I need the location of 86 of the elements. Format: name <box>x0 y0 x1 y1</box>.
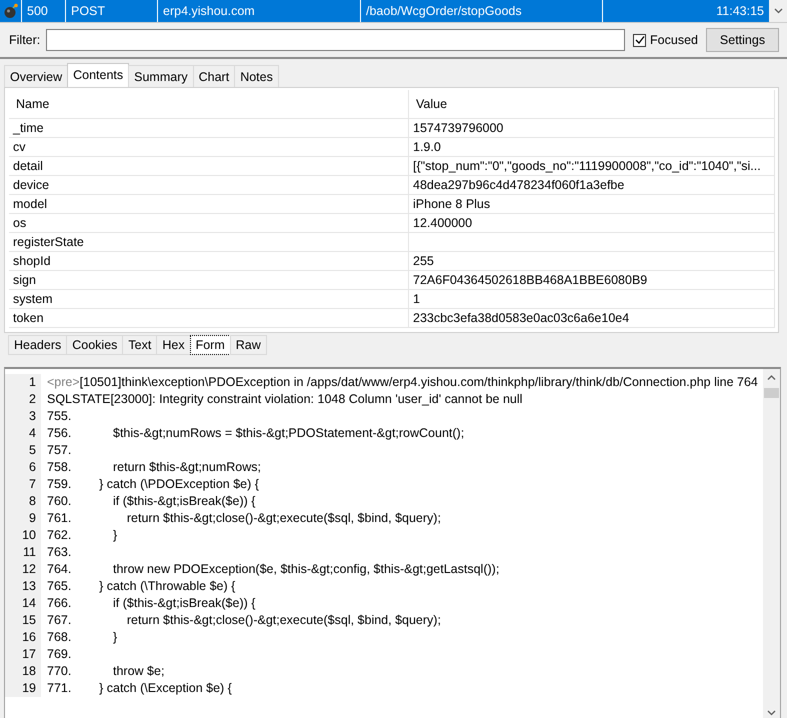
time-cell-text: 11:43:15 <box>715 3 765 20</box>
code-line: 761. return $this-&gt;close()-&gt;execute($sql, $bind, $query); <box>46 510 442 527</box>
value-cell: 12.400000 <box>409 214 775 233</box>
session-row[interactable]: 500 POST erp4.yishou.com /baob/WcgOrder/stopGoods 11:43:15 <box>0 0 769 22</box>
name-cell: detail <box>9 157 409 176</box>
filter-field[interactable] <box>46 29 626 51</box>
scroll-thumb[interactable] <box>764 388 779 398</box>
column-header[interactable]: Name <box>9 90 409 119</box>
value-cell: 1574739796000 <box>409 119 775 138</box>
code-line: 759. } catch (\PDOException $e) { <box>46 476 260 493</box>
line-number: 12 <box>5 561 41 578</box>
name-cell: os <box>9 214 409 233</box>
code-line: 758. return $this-&gt;numRows; <box>46 459 262 476</box>
code-line: 755. <box>46 408 72 425</box>
line-number: 13 <box>5 578 41 595</box>
code-line: <pre>[10501]think\exception\PDOException in /apps/dat/www/erp4.yishou.com/thinkphp/library/think/db/Connection.php line 764 <box>46 374 759 391</box>
line-number: 19 <box>5 680 41 697</box>
column-header[interactable]: Value <box>409 90 775 119</box>
code-line: 768. } <box>46 629 118 646</box>
settings-button[interactable]: Settings <box>706 28 779 52</box>
value-cell: 48dea297b96c4d478234f060f1a3efbe <box>409 176 775 195</box>
name-cell: model <box>9 195 409 214</box>
line-number: 7 <box>5 476 41 493</box>
name-cell: registerState <box>9 233 409 252</box>
code-line: 764. throw new PDOException($e, $this-&gt;config, $this-&gt;getLastsql()); <box>46 561 500 578</box>
code-line: 757. <box>46 442 72 459</box>
name-cell: system <box>9 290 409 309</box>
line-number: 1 <box>5 374 41 391</box>
scroll-down-icon[interactable] <box>774 8 782 14</box>
line-number: 5 <box>5 442 41 459</box>
line-number: 15 <box>5 612 41 629</box>
code-line: 767. return $this-&gt;close()-&gt;execute($sql, $bind, $query); <box>46 612 442 629</box>
tab[interactable]: Hex <box>156 335 191 355</box>
line-number: 17 <box>5 646 41 663</box>
value-cell: 1.9.0 <box>409 138 775 157</box>
focused-label: Focused <box>650 33 698 47</box>
line-number: 16 <box>5 629 41 646</box>
tab[interactable]: Overview <box>4 65 68 87</box>
name-cell: device <box>9 176 409 195</box>
tab[interactable]: Form <box>190 335 231 355</box>
code-line: 769. <box>46 646 72 663</box>
code-line: 765. } catch (\Throwable $e) { <box>46 578 236 595</box>
line-number: 10 <box>5 527 41 544</box>
line-number: 8 <box>5 493 41 510</box>
value-cell: [{"stop_num":"0","goods_no":"1119900008","co_id":"1040","si... <box>409 157 775 176</box>
value-cell: 72A6F04364502618BB468A1BBE6080B9 <box>409 271 775 290</box>
line-number: 3 <box>5 408 41 425</box>
code-line: 771. } catch (\Exception $e) { <box>46 680 233 697</box>
url-cell: /baob/WcgOrder/stopGoods <box>361 0 603 22</box>
value-cell: iPhone 8 Plus <box>409 195 775 214</box>
tab[interactable]: Notes <box>234 65 279 87</box>
host-cell: erp4.yishou.com <box>158 0 361 22</box>
tab[interactable]: Text <box>122 335 158 355</box>
code-line: 766. if ($this-&gt;isBreak($e)) { <box>46 595 256 612</box>
line-number: 4 <box>5 425 41 442</box>
tab[interactable]: Headers <box>8 335 68 355</box>
value-cell: 255 <box>409 252 775 271</box>
line-number: 11 <box>5 544 41 561</box>
result-cell: 500 <box>22 0 66 22</box>
value-cell: 1 <box>409 290 775 309</box>
code-line: 762. } <box>46 527 118 544</box>
method-cell: POST <box>66 0 158 22</box>
code-line: 770. throw $e; <box>46 663 166 680</box>
line-number: 18 <box>5 663 41 680</box>
line-number: 9 <box>5 510 41 527</box>
filter-label: Filter: <box>9 33 40 47</box>
name-cell: _time <box>9 119 409 138</box>
tab[interactable]: Summary <box>128 65 194 87</box>
name-cell: token <box>9 309 409 328</box>
name-cell: cv <box>9 138 409 157</box>
focused-checkbox[interactable] <box>633 34 646 46</box>
name-cell: sign <box>9 271 409 290</box>
scroll-down-icon[interactable] <box>767 710 776 716</box>
tab[interactable]: Contents <box>67 63 130 87</box>
code-line: 756. $this-&gt;numRows = $this-&gt;PDOStatement-&gt;rowCount(); <box>46 425 466 442</box>
code-line: 760. if ($this-&gt;isBreak($e)) { <box>46 493 256 510</box>
bomb-icon <box>2 3 18 19</box>
code-line: 763. <box>46 544 72 561</box>
tab[interactable]: Cookies <box>66 335 124 355</box>
value-cell: 233cbc3efa38d0583e0ac03c6a6e10e4 <box>409 309 775 328</box>
tab[interactable]: Raw <box>230 335 267 355</box>
line-number: 2 <box>5 391 41 408</box>
code-line: SQLSTATE[23000]: Integrity constraint violation: 1048 Column 'user_id' cannot be null <box>46 391 524 408</box>
line-number: 6 <box>5 459 41 476</box>
line-number: 14 <box>5 595 41 612</box>
name-cell: shopId <box>9 252 409 271</box>
